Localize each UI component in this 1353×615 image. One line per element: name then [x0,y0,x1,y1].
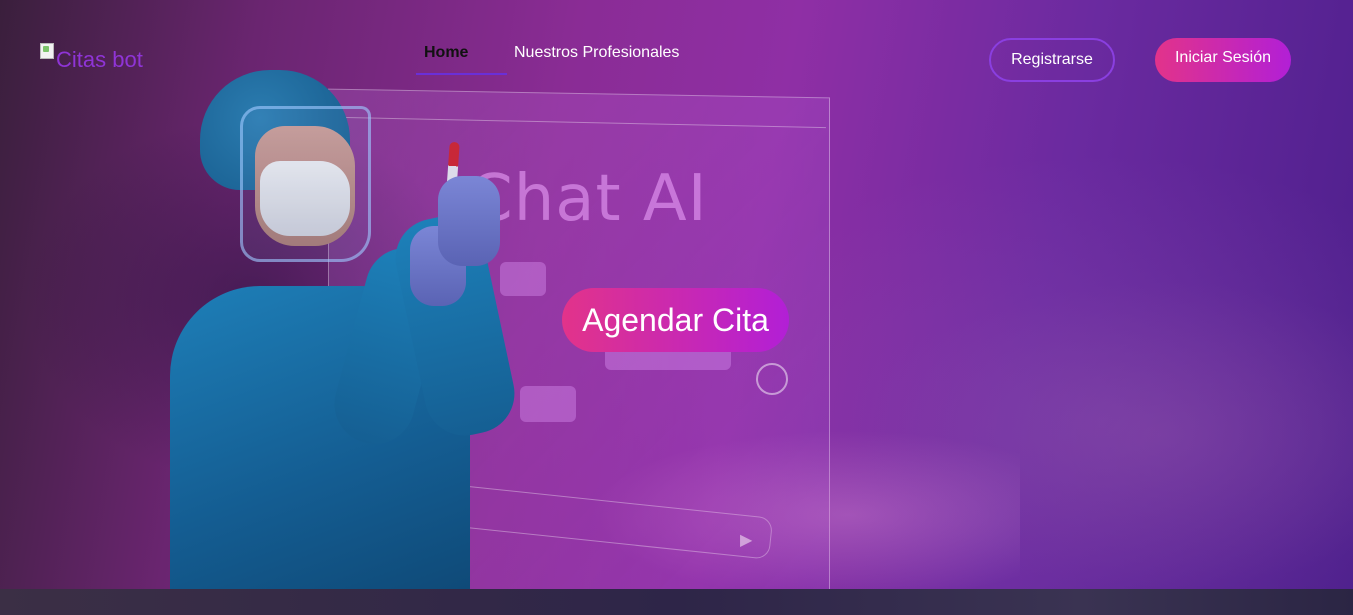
bot-icon [382,266,410,292]
broken-image-icon [40,43,54,59]
book-appointment-button[interactable]: Agendar Cita [562,288,789,352]
doctor-glove [438,176,500,266]
doctor-glove [410,226,466,306]
logo-link[interactable]: Citas bot [40,43,143,73]
chat-bubble [520,386,576,422]
background-hand [590,430,1020,589]
face-shield [240,106,371,262]
doctor-cap [200,70,350,190]
hologram-title: Chat AI [468,162,708,236]
background-sweater [860,280,1353,589]
hologram-input-bar [428,482,774,560]
doctor-gown [170,286,470,589]
send-icon: ▶ [740,532,753,549]
doctor-figure [160,66,540,589]
nav-home[interactable]: Home [424,44,468,62]
next-section-strip [0,589,1353,615]
hologram-divider [340,116,826,129]
doctor-face [255,126,355,246]
register-button[interactable]: Registrarse [989,38,1115,82]
logo-alt-text: Citas bot [56,47,143,72]
doctor-arm [388,209,522,443]
chat-bubble [500,262,546,296]
nav-professionals[interactable]: Nuestros Profesionales [514,44,679,62]
test-vial [444,141,460,223]
doctor-arm [325,239,455,453]
login-button[interactable]: Iniciar Sesión [1155,38,1291,82]
doctor-mask [260,161,350,236]
user-icon [756,363,788,395]
nav-active-indicator [416,73,507,75]
